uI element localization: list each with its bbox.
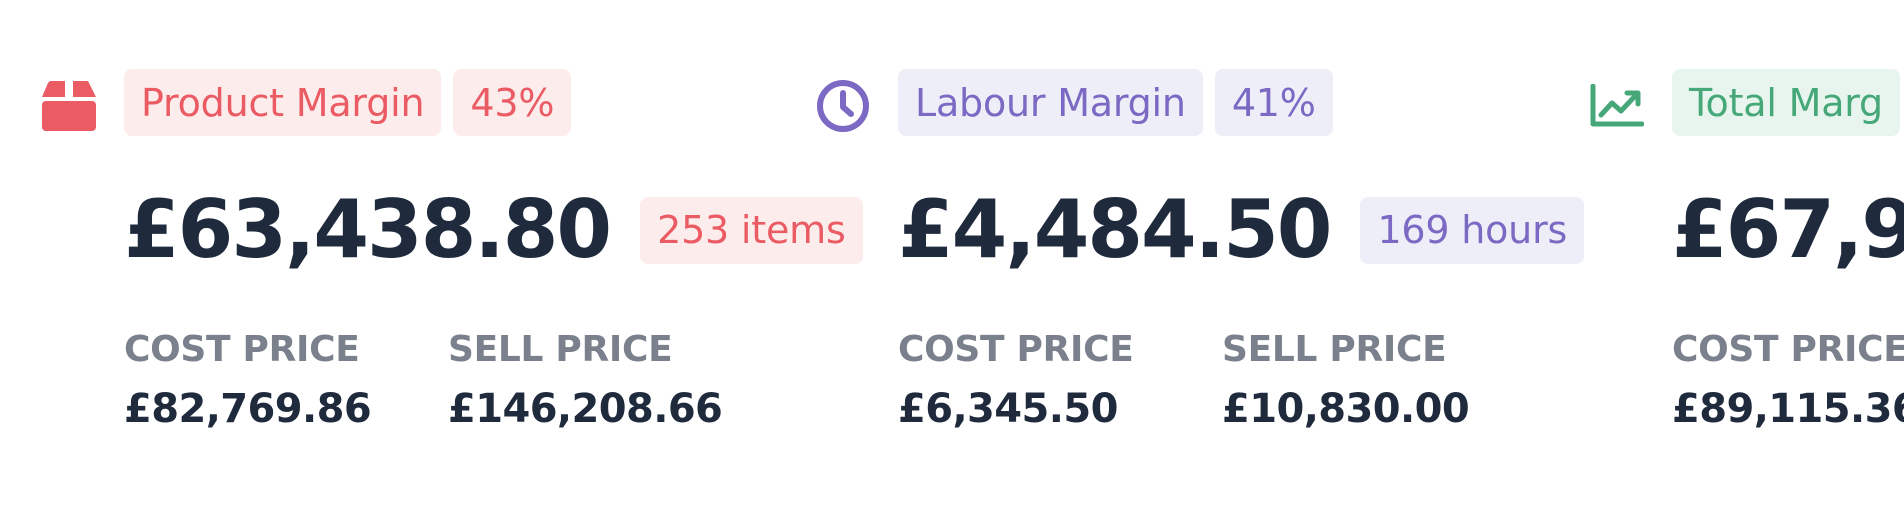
labour-margin-percent-badge: 41% bbox=[1214, 69, 1333, 136]
labour-margin-header: Labour Margin 41% bbox=[898, 69, 1333, 136]
product-sell-price-value: £146,208.66 bbox=[448, 386, 723, 432]
package-icon bbox=[40, 78, 98, 134]
product-cost-price-value: £82,769.86 bbox=[124, 386, 372, 432]
labour-margin-amount-row: £4,484.50 169 hours bbox=[898, 183, 1585, 276]
total-margin-title: Total Marg bbox=[1672, 69, 1900, 136]
total-margin-amount: £67,9 bbox=[1672, 183, 1904, 276]
total-margin-amount-row: £67,9 bbox=[1672, 184, 1904, 276]
product-margin-header: Product Margin 43% bbox=[124, 69, 572, 136]
labour-cost-price-value: £6,345.50 bbox=[898, 386, 1118, 432]
product-margin-title: Product Margin bbox=[124, 69, 442, 136]
product-sell-price-label: SELL PRICE bbox=[448, 329, 673, 370]
labour-sell-price-value: £10,830.00 bbox=[1222, 386, 1470, 432]
clock-icon bbox=[814, 78, 872, 134]
product-margin-amount-row: £63,438.80 253 items bbox=[124, 184, 863, 276]
product-cost-price-label: COST PRICE bbox=[124, 329, 360, 370]
total-margin-card: Total Marg £67,9 COST PRICE £89,115.36 bbox=[1548, 0, 1904, 516]
product-margin-percent-badge: 43% bbox=[453, 69, 572, 136]
labour-sell-price-label: SELL PRICE bbox=[1222, 329, 1447, 370]
labour-margin-amount: £4,484.50 bbox=[898, 183, 1332, 276]
labour-margin-card: Labour Margin 41% £4,484.50 169 hours CO… bbox=[774, 0, 1585, 516]
total-cost-price-value: £89,115.36 bbox=[1672, 386, 1904, 432]
total-cost-price-label: COST PRICE bbox=[1672, 329, 1904, 370]
chart-line-icon bbox=[1588, 78, 1646, 134]
product-margin-amount: £63,438.80 bbox=[124, 183, 612, 276]
product-margin-card: Product Margin 43% £63,438.80 253 items … bbox=[0, 0, 863, 516]
labour-margin-title: Labour Margin bbox=[898, 69, 1203, 136]
labour-cost-price-label: COST PRICE bbox=[898, 329, 1134, 370]
total-margin-header: Total Marg bbox=[1672, 69, 1900, 136]
